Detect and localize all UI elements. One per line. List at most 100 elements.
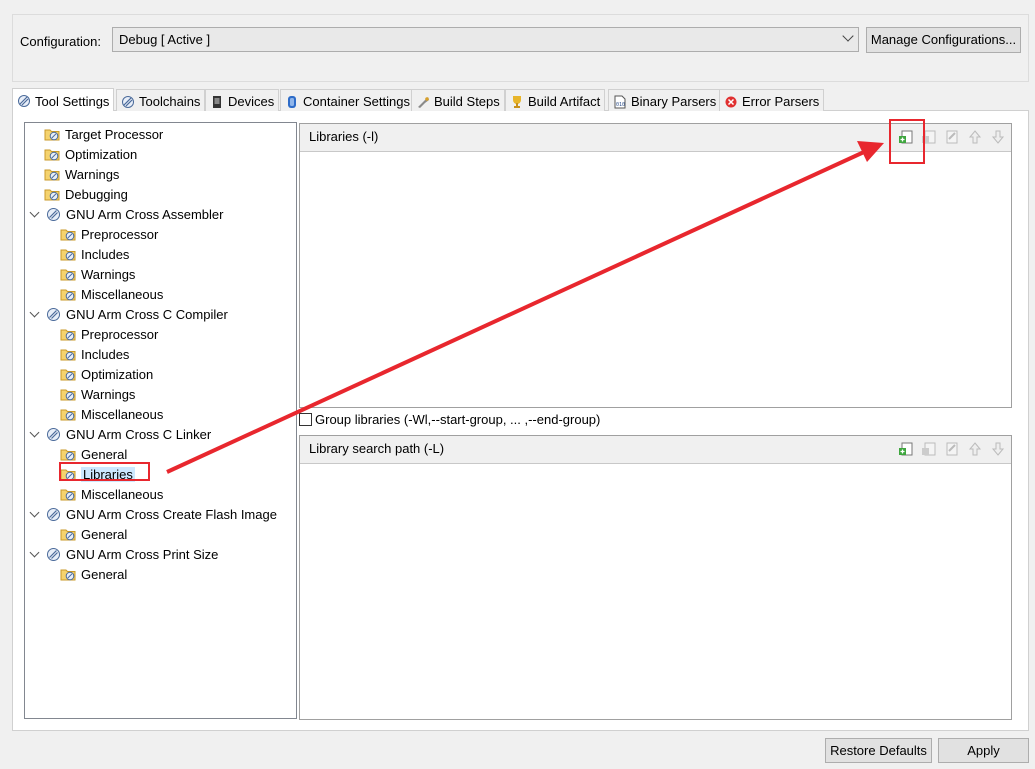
tab-error-parsers[interactable]: Error Parsers <box>719 89 825 111</box>
toolchains-icon <box>122 95 134 108</box>
tab-label: Build Artifact <box>528 94 601 109</box>
tree-item[interactable]: Preprocessor <box>60 224 158 244</box>
edit-icon <box>946 130 958 144</box>
settings-folder-icon <box>60 286 76 302</box>
settings-folder-icon <box>60 446 76 462</box>
tab-label: Binary Parsers <box>631 94 717 109</box>
tree-item[interactable]: GNU Arm Cross C Linker <box>29 424 211 444</box>
tree-item[interactable]: Optimization <box>44 144 137 164</box>
libraries-panel: Libraries (-l) <box>299 123 1012 408</box>
settings-folder-icon <box>44 186 60 202</box>
tool-icon <box>46 507 61 522</box>
settings-folder-icon <box>60 266 76 282</box>
tree-item[interactable]: Miscellaneous <box>60 284 163 304</box>
settings-folder-icon <box>60 486 76 502</box>
tree-item[interactable]: Warnings <box>60 264 135 284</box>
chevron-down-icon[interactable] <box>29 547 40 557</box>
settings-folder-icon <box>60 326 76 342</box>
tab-build-artifact[interactable]: Build Artifact <box>505 89 606 111</box>
svg-text:010: 010 <box>616 102 625 108</box>
manage-configurations-button[interactable]: Manage Configurations... <box>866 27 1021 53</box>
tab-label: Tool Settings <box>35 93 110 109</box>
restore-defaults-button[interactable]: Restore Defaults <box>825 738 932 763</box>
tab-label: Container Settings <box>303 94 410 109</box>
tree-item[interactable]: General <box>60 564 127 584</box>
tree-item[interactable]: GNU Arm Cross Assembler <box>29 204 223 224</box>
tree-item-label: General <box>81 566 128 582</box>
settings-folder-icon <box>60 526 76 542</box>
libraries-list[interactable] <box>300 152 1011 407</box>
configuration-group: Configuration: Debug [ Active ] Manage C… <box>12 14 1029 82</box>
tree-item[interactable]: Miscellaneous <box>60 404 163 424</box>
tree-item[interactable]: General <box>60 444 127 464</box>
tree-item-label: Target Processor <box>65 126 164 142</box>
error-parsers-icon <box>725 96 737 107</box>
edit-icon <box>946 442 958 456</box>
search-path-toolbar <box>898 441 1006 457</box>
tree-item[interactable]: Includes <box>60 244 129 264</box>
highlight-box-add-button <box>889 119 925 164</box>
devices-icon <box>213 95 221 108</box>
tab-label: Error Parsers <box>742 94 820 109</box>
chevron-down-icon <box>842 30 854 42</box>
tree-item-label: Includes <box>81 246 130 262</box>
chevron-down-icon[interactable] <box>29 427 40 437</box>
build-steps-icon <box>418 96 429 108</box>
move-up-icon <box>968 442 982 456</box>
settings-folder-icon <box>60 366 76 382</box>
add-icon[interactable] <box>898 441 914 457</box>
tree-item[interactable]: Miscellaneous <box>60 484 163 504</box>
tab-container-settings[interactable]: Container Settings <box>280 89 415 111</box>
tree-item[interactable]: GNU Arm Cross Create Flash Image <box>29 504 277 524</box>
settings-folder-icon <box>44 126 60 142</box>
tree-item-label: Miscellaneous <box>81 486 164 502</box>
tree-item-label: General <box>81 446 128 462</box>
tool-settings-icon <box>18 95 30 107</box>
group-libraries-row[interactable]: Group libraries (-Wl,--start-group, ... … <box>299 412 600 427</box>
tree-item[interactable]: Warnings <box>60 384 135 404</box>
tab-tool-settings[interactable]: Tool Settings <box>12 88 115 111</box>
chevron-down-icon[interactable] <box>29 207 40 217</box>
move-up-icon <box>968 130 982 144</box>
settings-tree[interactable]: Target Processor Optimization Warnings Debu… <box>24 122 297 719</box>
settings-folder-icon <box>60 386 76 402</box>
tab-devices[interactable]: Devices <box>205 89 280 111</box>
group-libraries-checkbox[interactable] <box>299 413 312 426</box>
chevron-down-icon[interactable] <box>29 507 40 517</box>
settings-folder-icon <box>60 246 76 262</box>
tree-item-label: Includes <box>81 346 130 362</box>
settings-tab-bar: Tool Settings Toolchains Devices Contain… <box>12 88 1029 111</box>
tree-item[interactable]: Preprocessor <box>60 324 158 344</box>
chevron-down-icon[interactable] <box>29 307 40 317</box>
build-artifact-icon <box>513 95 521 108</box>
tree-item[interactable]: Target Processor <box>44 124 163 144</box>
tab-label: Build Steps <box>434 94 500 109</box>
tool-icon <box>46 207 61 222</box>
tree-item-label: Warnings <box>65 166 120 182</box>
tree-item[interactable]: Debugging <box>44 184 128 204</box>
tab-label: Toolchains <box>139 94 201 109</box>
tree-item[interactable]: GNU Arm Cross C Compiler <box>29 304 228 324</box>
tree-item[interactable]: GNU Arm Cross Print Size <box>29 544 219 564</box>
tree-item[interactable]: General <box>60 524 127 544</box>
tree-item-label: Preprocessor <box>81 226 159 242</box>
settings-folder-icon <box>44 166 60 182</box>
tab-binary-parsers[interactable]: 010 Binary Parsers <box>608 89 722 111</box>
tree-item[interactable]: Optimization <box>60 364 153 384</box>
search-path-list[interactable] <box>300 464 1011 719</box>
tree-item[interactable]: Warnings <box>44 164 119 184</box>
tab-toolchains[interactable]: Toolchains <box>116 89 206 111</box>
apply-button[interactable]: Apply <box>938 738 1029 763</box>
tree-item-label: Debugging <box>65 186 128 202</box>
tab-label: Devices <box>228 94 275 109</box>
highlight-box-libraries <box>59 462 150 481</box>
configuration-select[interactable]: Debug [ Active ] <box>112 27 859 52</box>
tool-icon <box>46 427 61 442</box>
settings-folder-icon <box>44 146 60 162</box>
tab-build-steps[interactable]: Build Steps <box>411 89 505 111</box>
container-icon <box>288 95 296 108</box>
tree-item[interactable]: Includes <box>60 344 129 364</box>
tree-item-label: GNU Arm Cross Print Size <box>66 546 219 562</box>
tool-icon <box>46 547 61 562</box>
tree-item-label: Miscellaneous <box>81 286 164 302</box>
